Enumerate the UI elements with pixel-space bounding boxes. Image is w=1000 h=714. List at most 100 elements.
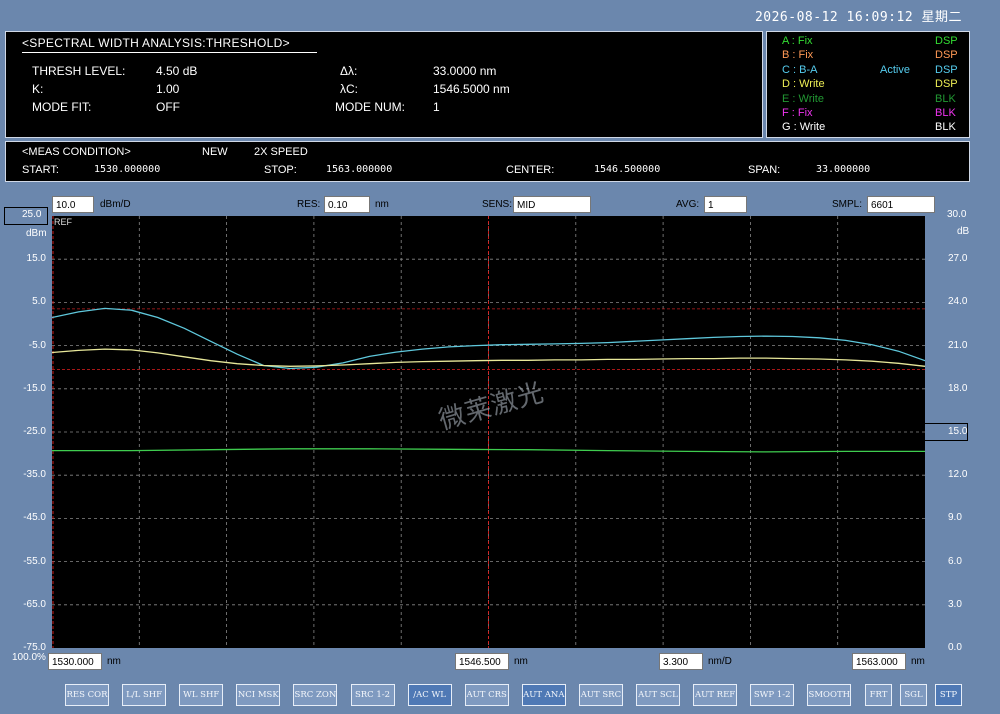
span-label: SPAN:	[748, 164, 781, 176]
thresh-value: 4.50 dB	[156, 64, 198, 78]
left-tick-label: -55.0	[23, 555, 46, 567]
avg-input[interactable]: 1	[704, 196, 747, 213]
trace-name: C : B-A	[782, 63, 818, 76]
right-tick-label: 0.0	[948, 642, 962, 653]
left-axis-unit: dBm	[26, 228, 47, 239]
trace-status-panel: A : Fix DSP B : Fix DSP C : B-A Active DSP D : …	[766, 31, 970, 138]
trace-name: F : Fix	[782, 107, 813, 119]
delta-lambda-label: Δλ:	[340, 64, 358, 78]
trace-state: DSP	[935, 63, 958, 76]
trace-state: BLK	[935, 92, 956, 105]
meas-new: NEW	[202, 146, 228, 158]
plot-area[interactable]: REF 微莱激光	[52, 216, 925, 648]
lambda-center-label: λC:	[340, 82, 358, 96]
meas-title: <MEAS CONDITION>	[22, 146, 131, 158]
start-label: START:	[22, 164, 59, 176]
softkey-frt-button[interactable]: FRT	[865, 684, 892, 706]
k-label: K:	[32, 82, 44, 96]
trace-row-e[interactable]: E : Write BLK	[767, 93, 967, 107]
trace-name: G : Write	[782, 121, 826, 134]
center-value: 1546.500000	[594, 164, 661, 175]
mode-fit-label: MODE FIT:	[32, 100, 92, 114]
start-value: 1530.000000	[94, 164, 161, 175]
trace-name: D : Write	[782, 78, 825, 91]
center-wl-unit: nm	[514, 656, 528, 667]
softkey-aut-ana-button[interactable]: AUT ANA	[521, 684, 566, 706]
smpl-label: SMPL:	[832, 199, 863, 210]
sens-input[interactable]: MID	[513, 196, 591, 213]
right-tick-label: 18.0	[948, 382, 968, 394]
softkey-res-cor-button[interactable]: RES COR	[65, 684, 109, 706]
delta-lambda-value: 33.0000 nm	[433, 64, 497, 78]
softkey-l-l-shf-button[interactable]: L/L SHF	[122, 684, 167, 706]
left-axis-top: 25.0	[22, 209, 42, 220]
meas-condition-panel: <MEAS CONDITION> NEW 2X SPEED START: 153…	[5, 141, 970, 182]
trace-active: Active	[880, 63, 910, 76]
span-wl-unit: nm/D	[708, 656, 732, 667]
thresh-label: THRESH LEVEL:	[32, 64, 126, 78]
trace-row-f[interactable]: F : Fix BLK	[767, 107, 967, 121]
softkey-aut-crs-button[interactable]: AUT CRS	[464, 684, 509, 706]
trace-row-d[interactable]: D : Write DSP	[767, 78, 967, 92]
left-tick-label: -25.0	[23, 426, 46, 437]
res-label: RES:	[297, 199, 321, 210]
res-input[interactable]: 0.10	[324, 196, 370, 213]
trace-name: B : Fix	[782, 49, 814, 62]
left-tick-label: -5.0	[28, 339, 46, 351]
spectrum-plot	[52, 216, 925, 648]
lambda-center-value: 1546.5000 nm	[433, 82, 510, 96]
right-tick-label: 21.0	[948, 339, 968, 351]
ref-label: REF	[54, 217, 72, 227]
trace-row-b[interactable]: B : Fix DSP	[767, 49, 967, 63]
bottom-left-percent: 100.0%	[12, 652, 46, 663]
stop-value: 1563.000000	[326, 164, 393, 175]
softkey-sgl-button[interactable]: SGL	[900, 684, 927, 706]
softkey-src-1-2-button[interactable]: SRC 1-2	[350, 684, 395, 706]
datetime: 2026-08-12 16:09:12 星期二	[754, 10, 962, 25]
right-tick-label: 27.0	[948, 253, 968, 265]
softkey-smooth-button[interactable]: SMOOTH	[807, 684, 852, 706]
center-label: CENTER:	[506, 164, 555, 176]
softkey-aut-scl-button[interactable]: AUT SCL	[636, 684, 680, 706]
mode-num-value: 1	[433, 100, 440, 114]
softkey-stp-button[interactable]: STP	[935, 684, 962, 706]
softkey-wl-shf-button[interactable]: WL SHF	[179, 684, 224, 706]
k-value: 1.00	[156, 82, 180, 96]
avg-label: AVG:	[676, 199, 700, 210]
left-tick-label: -65.0	[23, 598, 46, 610]
res-unit: nm	[375, 199, 389, 210]
analysis-panel: <SPECTRAL WIDTH ANALYSIS:THRESHOLD> THRE…	[5, 31, 763, 138]
trace-row-a[interactable]: A : Fix DSP	[767, 35, 967, 49]
right-tick-label: 6.0	[948, 555, 962, 567]
mode-fit-value: OFF	[156, 100, 180, 114]
smpl-input[interactable]: 6601	[867, 196, 935, 213]
trace-row-c[interactable]: C : B-A Active DSP	[767, 64, 967, 78]
softkey-nci-msk-button[interactable]: NCI MSK	[236, 684, 281, 706]
stop-wl-unit: nm	[911, 656, 925, 667]
right-tick-label: 12.0	[948, 469, 968, 481]
softkey-ac-wl-button[interactable]: /AC WL	[407, 684, 452, 706]
trace-state: DSP	[935, 49, 958, 62]
trace-row-g[interactable]: G : Write BLK	[767, 121, 967, 135]
scale-input[interactable]: 10.0	[52, 196, 94, 213]
right-tick-label: 3.0	[948, 598, 962, 610]
right-tick-label: 24.0	[948, 296, 968, 308]
analysis-title: <SPECTRAL WIDTH ANALYSIS:THRESHOLD>	[22, 36, 290, 50]
center-wl-input[interactable]: 1546.500	[455, 653, 509, 670]
mode-num-label: MODE NUM:	[335, 100, 405, 114]
left-tick-label: -45.0	[23, 512, 46, 524]
right-marker-box[interactable]	[924, 423, 968, 441]
trace-state: BLK	[935, 121, 956, 134]
softkey-aut-ref-button[interactable]: AUT REF	[693, 684, 738, 706]
softkey-aut-src-button[interactable]: AUT SRC	[578, 684, 623, 706]
right-axis-top: 30.0	[947, 209, 967, 220]
softkey-swp-1-2-button[interactable]: SWP 1-2	[750, 684, 795, 706]
start-wl-input[interactable]: 1530.000	[48, 653, 102, 670]
right-axis-unit: dB	[957, 226, 970, 237]
span-value: 33.000000	[816, 164, 871, 175]
span-wl-input[interactable]: 3.300	[659, 653, 703, 670]
trace-state: BLK	[935, 107, 956, 119]
softkey-src-zon-button[interactable]: SRC ZON	[293, 684, 338, 706]
stop-wl-input[interactable]: 1563.000	[852, 653, 906, 670]
stop-label: STOP:	[264, 164, 297, 176]
